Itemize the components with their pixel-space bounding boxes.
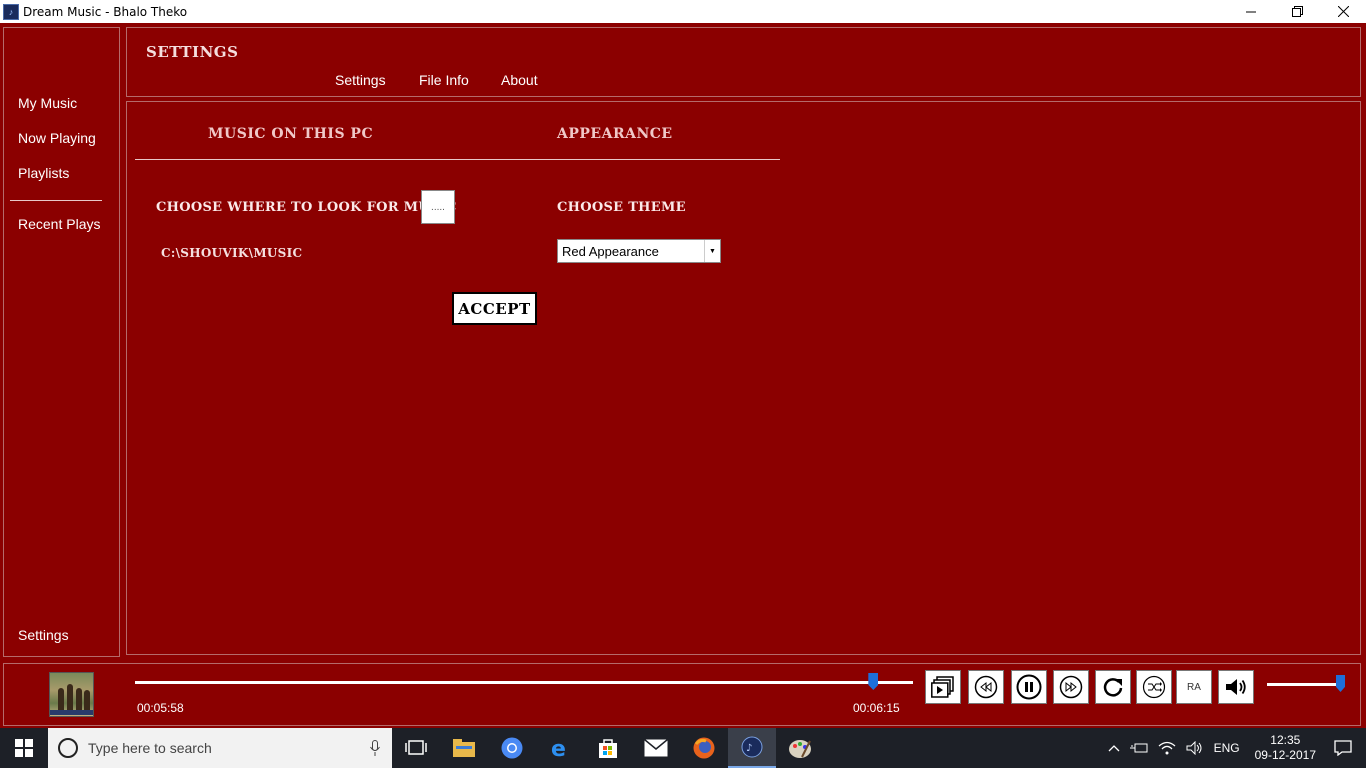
dream-music-icon: ♪: [741, 736, 763, 758]
chrome-icon: [501, 737, 523, 759]
sidebar-item-my-music[interactable]: My Music: [18, 95, 77, 111]
window-controls: [1228, 0, 1366, 23]
fast-forward-button[interactable]: [1053, 670, 1089, 704]
player-bar: 00:05:58 00:06:15 RA: [0, 661, 1366, 727]
power-tray-button[interactable]: [1125, 742, 1153, 754]
rewind-icon: [974, 675, 998, 699]
title-bar: ♪ Dream Music - Bhalo Theko: [0, 0, 1366, 23]
action-center-button[interactable]: [1326, 740, 1366, 756]
file-explorer-button[interactable]: [440, 728, 488, 768]
playlist-play-icon: [931, 676, 954, 698]
fast-forward-icon: [1059, 675, 1083, 699]
edge-icon: e: [551, 737, 566, 759]
paint-button[interactable]: [776, 728, 824, 768]
volume-button[interactable]: [1218, 670, 1254, 704]
accept-button[interactable]: ACCEPT: [452, 292, 537, 325]
theme-select[interactable]: Red Appearance ▼: [557, 239, 721, 263]
sidebar-item-settings[interactable]: Settings: [18, 627, 69, 643]
settings-content: MUSIC ON THIS PC APPEARANCE CHOOSE WHERE…: [126, 101, 1361, 655]
rewind-button[interactable]: [968, 670, 1004, 704]
minimize-icon: [1246, 11, 1256, 12]
paint-palette-icon: [789, 740, 811, 758]
theme-label: CHOOSE THEME: [557, 200, 686, 215]
edge-button[interactable]: e: [536, 728, 584, 768]
restore-button[interactable]: [1274, 0, 1320, 23]
close-icon: [1337, 6, 1349, 17]
appearance-section-heading: APPEARANCE: [557, 126, 673, 142]
taskbar: Type here to search e ♪ ENG 12:35 09-12-…: [0, 728, 1366, 768]
sidebar: My Music Now Playing Playlists Recent Pl…: [3, 27, 120, 657]
window-title: Dream Music - Bhalo Theko: [23, 4, 188, 19]
tab-file-info[interactable]: File Info: [419, 72, 469, 88]
settings-header: SETTINGS Settings File Info About: [126, 27, 1361, 97]
cortana-icon: [58, 738, 78, 758]
store-bag-icon: [599, 739, 617, 758]
shuffle-button[interactable]: [1136, 670, 1172, 704]
chrome-button[interactable]: [488, 728, 536, 768]
sidebar-divider: [10, 200, 102, 201]
pause-button[interactable]: [1011, 670, 1047, 704]
app-window: My Music Now Playing Playlists Recent Pl…: [0, 23, 1366, 728]
page-title: SETTINGS: [146, 43, 239, 61]
svg-text:e: e: [551, 737, 566, 759]
pause-icon: [1016, 674, 1042, 700]
album-art: [49, 672, 94, 717]
tab-about[interactable]: About: [501, 72, 538, 88]
mail-button[interactable]: [632, 728, 680, 768]
mail-icon: [644, 739, 668, 757]
chevron-up-icon: [1108, 745, 1120, 752]
svg-text:♪: ♪: [746, 743, 752, 754]
folder-icon: [453, 739, 475, 757]
music-location-label: CHOOSE WHERE TO LOOK FOR MUSIC: [156, 200, 457, 215]
close-button[interactable]: [1320, 0, 1366, 23]
tab-settings[interactable]: Settings: [335, 72, 386, 88]
music-path: C:\SHOUVIK\MUSIC: [161, 246, 303, 260]
search-placeholder: Type here to search: [88, 740, 212, 756]
battery-plug-icon: [1129, 743, 1148, 753]
firefox-button[interactable]: [680, 728, 728, 768]
start-button[interactable]: [0, 728, 48, 768]
repeat-button[interactable]: [1095, 670, 1131, 704]
clock-date: 09-12-2017: [1254, 748, 1316, 762]
app-logo-icon: ♪: [3, 3, 19, 20]
language-indicator[interactable]: ENG: [1209, 741, 1245, 755]
dream-music-taskbar-button[interactable]: ♪: [728, 728, 776, 768]
network-tray-button[interactable]: [1153, 741, 1181, 755]
restore-icon: [1291, 6, 1303, 17]
clock-time: 12:35: [1270, 733, 1301, 747]
task-view-button[interactable]: [392, 728, 440, 768]
shuffle-icon: [1142, 675, 1166, 699]
minimize-button[interactable]: [1228, 0, 1274, 23]
speaker-icon: [1226, 679, 1246, 695]
notification-icon: [1334, 740, 1352, 756]
repeat-icon: [1103, 678, 1123, 697]
system-tray: ENG 12:35 09-12-2017: [1103, 728, 1366, 768]
microphone-icon[interactable]: [370, 740, 380, 756]
windows-logo-icon: [15, 739, 33, 757]
theme-selected-value: Red Appearance: [562, 243, 659, 259]
sidebar-item-recent-plays[interactable]: Recent Plays: [18, 216, 100, 232]
section-divider: [135, 159, 780, 160]
browse-folder-button[interactable]: .....: [421, 190, 455, 224]
chevron-down-icon[interactable]: ▼: [704, 240, 720, 262]
sidebar-item-playlists[interactable]: Playlists: [18, 165, 69, 181]
volume-tray-button[interactable]: [1181, 741, 1209, 755]
firefox-icon: [693, 737, 715, 759]
total-time: 00:06:15: [853, 701, 900, 715]
ra-button[interactable]: RA: [1176, 670, 1212, 704]
now-playing-button[interactable]: [925, 670, 961, 704]
sidebar-item-now-playing[interactable]: Now Playing: [18, 130, 96, 146]
volume-tray-icon: [1186, 741, 1202, 755]
wifi-icon: [1158, 741, 1176, 755]
seek-bar[interactable]: [135, 681, 913, 684]
elapsed-time: 00:05:58: [137, 701, 184, 715]
volume-slider[interactable]: [1267, 683, 1343, 686]
taskbar-search[interactable]: Type here to search: [48, 728, 392, 768]
task-view-icon: [405, 740, 427, 755]
store-button[interactable]: [584, 728, 632, 768]
show-hidden-icons-button[interactable]: [1103, 744, 1125, 752]
music-section-heading: MUSIC ON THIS PC: [208, 126, 374, 142]
clock[interactable]: 12:35 09-12-2017: [1245, 733, 1326, 763]
